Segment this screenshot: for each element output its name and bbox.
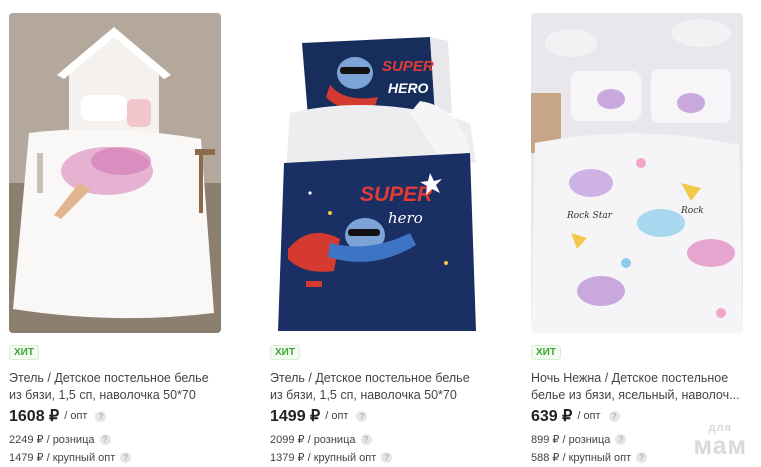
retail-price: 2249 ₽ / розница [9, 434, 95, 446]
price-note: / опт [325, 410, 349, 422]
price-row: 1608 ₽ / опт ? [9, 406, 107, 426]
retail-price-row: 899 ₽ / розница ? [531, 433, 627, 446]
help-icon[interactable]: ? [120, 452, 132, 463]
bulk-price: 1479 ₽ / крупный опт [9, 452, 116, 464]
help-icon[interactable]: ? [356, 410, 368, 422]
wholesale-price: 1499 ₽ [270, 408, 321, 425]
site-watermark: для мам [693, 423, 747, 459]
title-line: Этель / Детское постельное белье [270, 371, 470, 385]
price-note: / опт [64, 410, 88, 422]
price-row: 1499 ₽ / опт ? [270, 406, 368, 426]
help-icon[interactable]: ? [360, 434, 372, 445]
print-text: SUPER [382, 58, 434, 75]
bulk-price-row: 588 ₽ / крупный опт ? [531, 451, 648, 464]
hit-badge: ХИТ [531, 345, 561, 360]
title-line: Ночь Нежна / Детское постельное [531, 371, 729, 385]
bed-ballerina-image [9, 13, 221, 333]
title-line: Этель / Детское постельное белье [9, 371, 209, 385]
retail-price: 2099 ₽ / розница [270, 434, 356, 446]
bulk-price-row: 1479 ₽ / крупный опт ? [9, 451, 132, 464]
product-title[interactable]: Ночь Нежна / Детское постельное белье из… [531, 370, 751, 404]
product-image[interactable] [9, 13, 221, 333]
title-line: из бязи, 1,5 сп, наволочка 50*70 [9, 388, 196, 402]
print-text: SUPER [360, 183, 433, 206]
retail-price: 899 ₽ / розница [531, 434, 611, 446]
print-text: HERO [388, 80, 429, 96]
unicorn-bedding-image: Rock Star Rock [531, 13, 743, 333]
product-image[interactable]: Rock Star Rock [531, 13, 743, 333]
hit-badge: ХИТ [270, 345, 300, 360]
title-line: белье из бязи, ясельный, наволоч... [531, 388, 740, 402]
bulk-price-row: 1379 ₽ / крупный опт ? [270, 451, 393, 464]
help-icon[interactable]: ? [381, 452, 393, 463]
print-text: hero [388, 209, 423, 227]
print-text: Rock Star [566, 211, 613, 221]
superhero-bedding-image: SUPER HERO SUPER hero [270, 13, 482, 333]
help-icon[interactable]: ? [615, 434, 627, 445]
price-note: / опт [577, 410, 601, 422]
help-icon[interactable]: ? [608, 410, 620, 422]
product-title[interactable]: Этель / Детское постельное белье из бязи… [9, 370, 229, 404]
print-text: Rock [680, 206, 704, 216]
bulk-price: 1379 ₽ / крупный опт [270, 452, 377, 464]
help-icon[interactable]: ? [99, 434, 111, 445]
bulk-price: 588 ₽ / крупный опт [531, 452, 632, 464]
product-title[interactable]: Этель / Детское постельное белье из бязи… [270, 370, 490, 404]
product-image[interactable]: SUPER HERO SUPER hero [270, 13, 482, 333]
wholesale-price: 639 ₽ [531, 408, 573, 425]
title-line: из бязи, 1,5 сп, наволочка 50*70 [270, 388, 457, 402]
price-row: 639 ₽ / опт ? [531, 406, 620, 426]
help-icon[interactable]: ? [636, 452, 648, 463]
help-icon[interactable]: ? [95, 410, 107, 422]
retail-price-row: 2249 ₽ / розница ? [9, 433, 111, 446]
retail-price-row: 2099 ₽ / розница ? [270, 433, 372, 446]
watermark-bottom: мам [693, 432, 747, 460]
wholesale-price: 1608 ₽ [9, 408, 60, 425]
hit-badge: ХИТ [9, 345, 39, 360]
